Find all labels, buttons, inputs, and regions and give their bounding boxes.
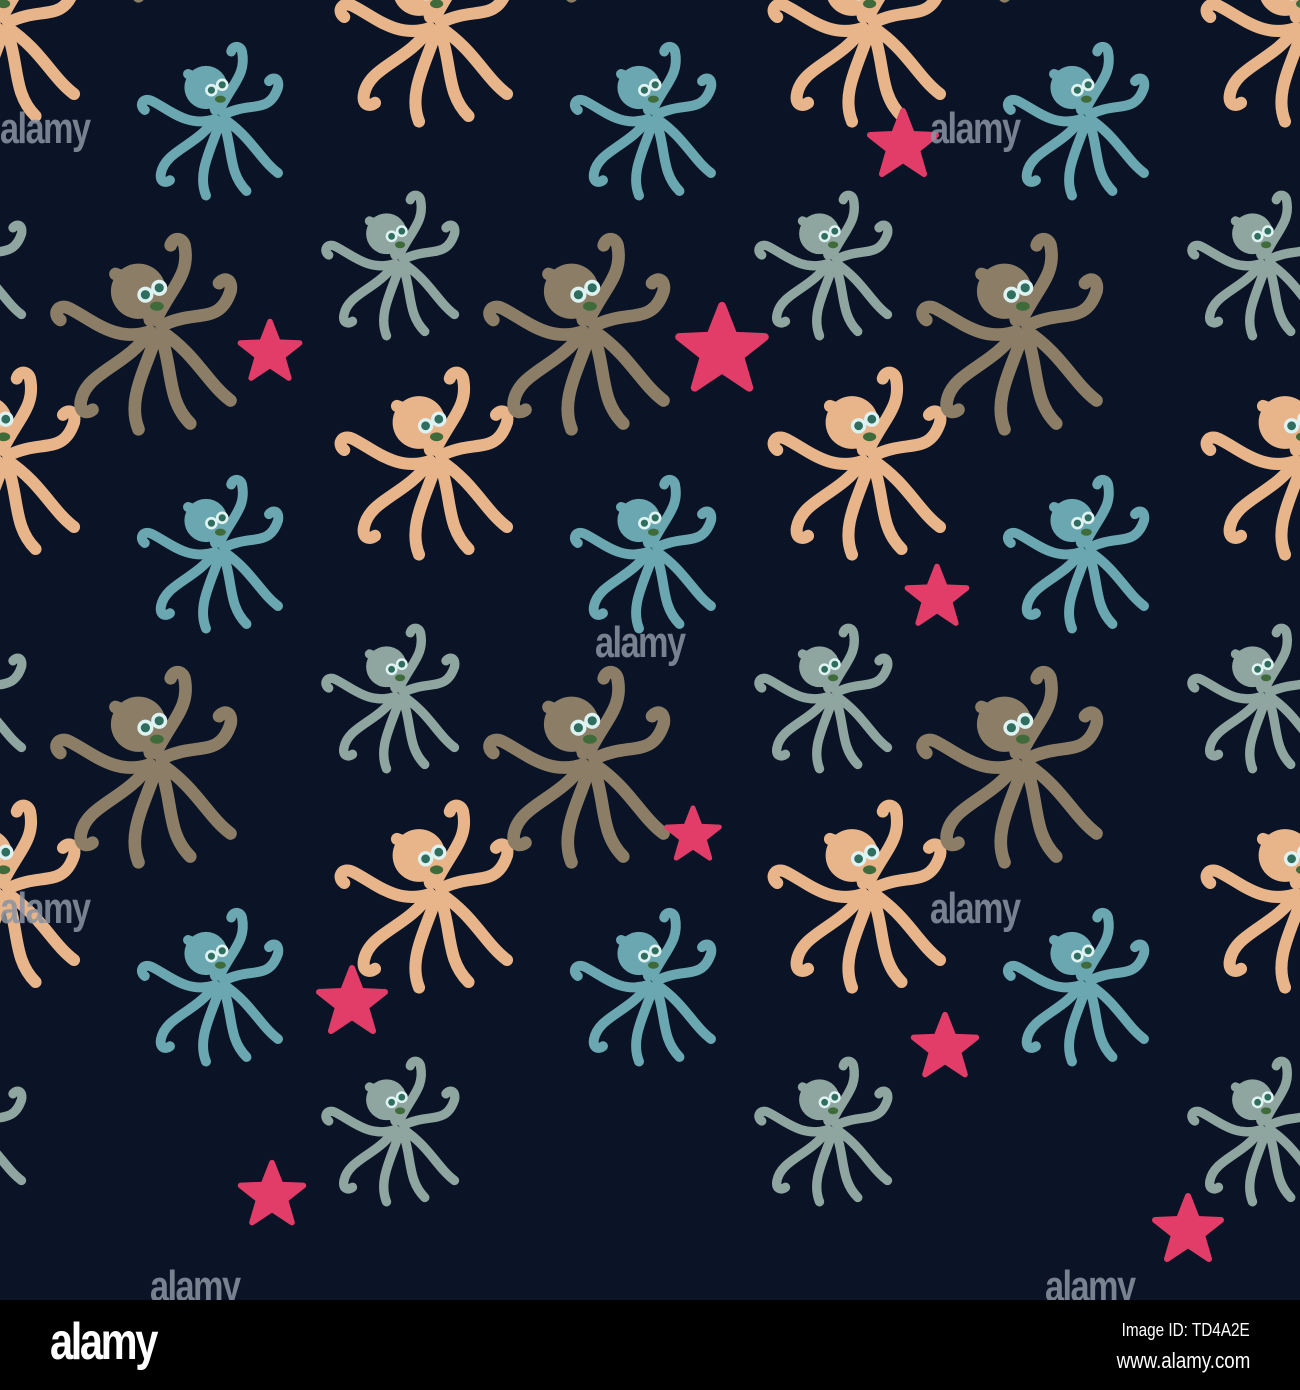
watermark: alamy xyxy=(0,884,91,933)
image-id: Image ID: TD4A2E xyxy=(1121,1320,1250,1340)
site-url: www.alamy.com xyxy=(1116,1348,1250,1373)
watermark: alamy xyxy=(595,618,686,667)
footer-bar: alamy Image ID: TD4A2E www.alamy.com xyxy=(0,1300,1300,1390)
alamy-logo: alamy xyxy=(50,1313,158,1371)
watermark: alamy xyxy=(930,884,1021,933)
watermark: alamy xyxy=(0,104,91,153)
watermark: alamy xyxy=(930,104,1021,153)
stock-image: alamy alamy alamy alamy alamy alamy alam… xyxy=(0,0,1300,1390)
